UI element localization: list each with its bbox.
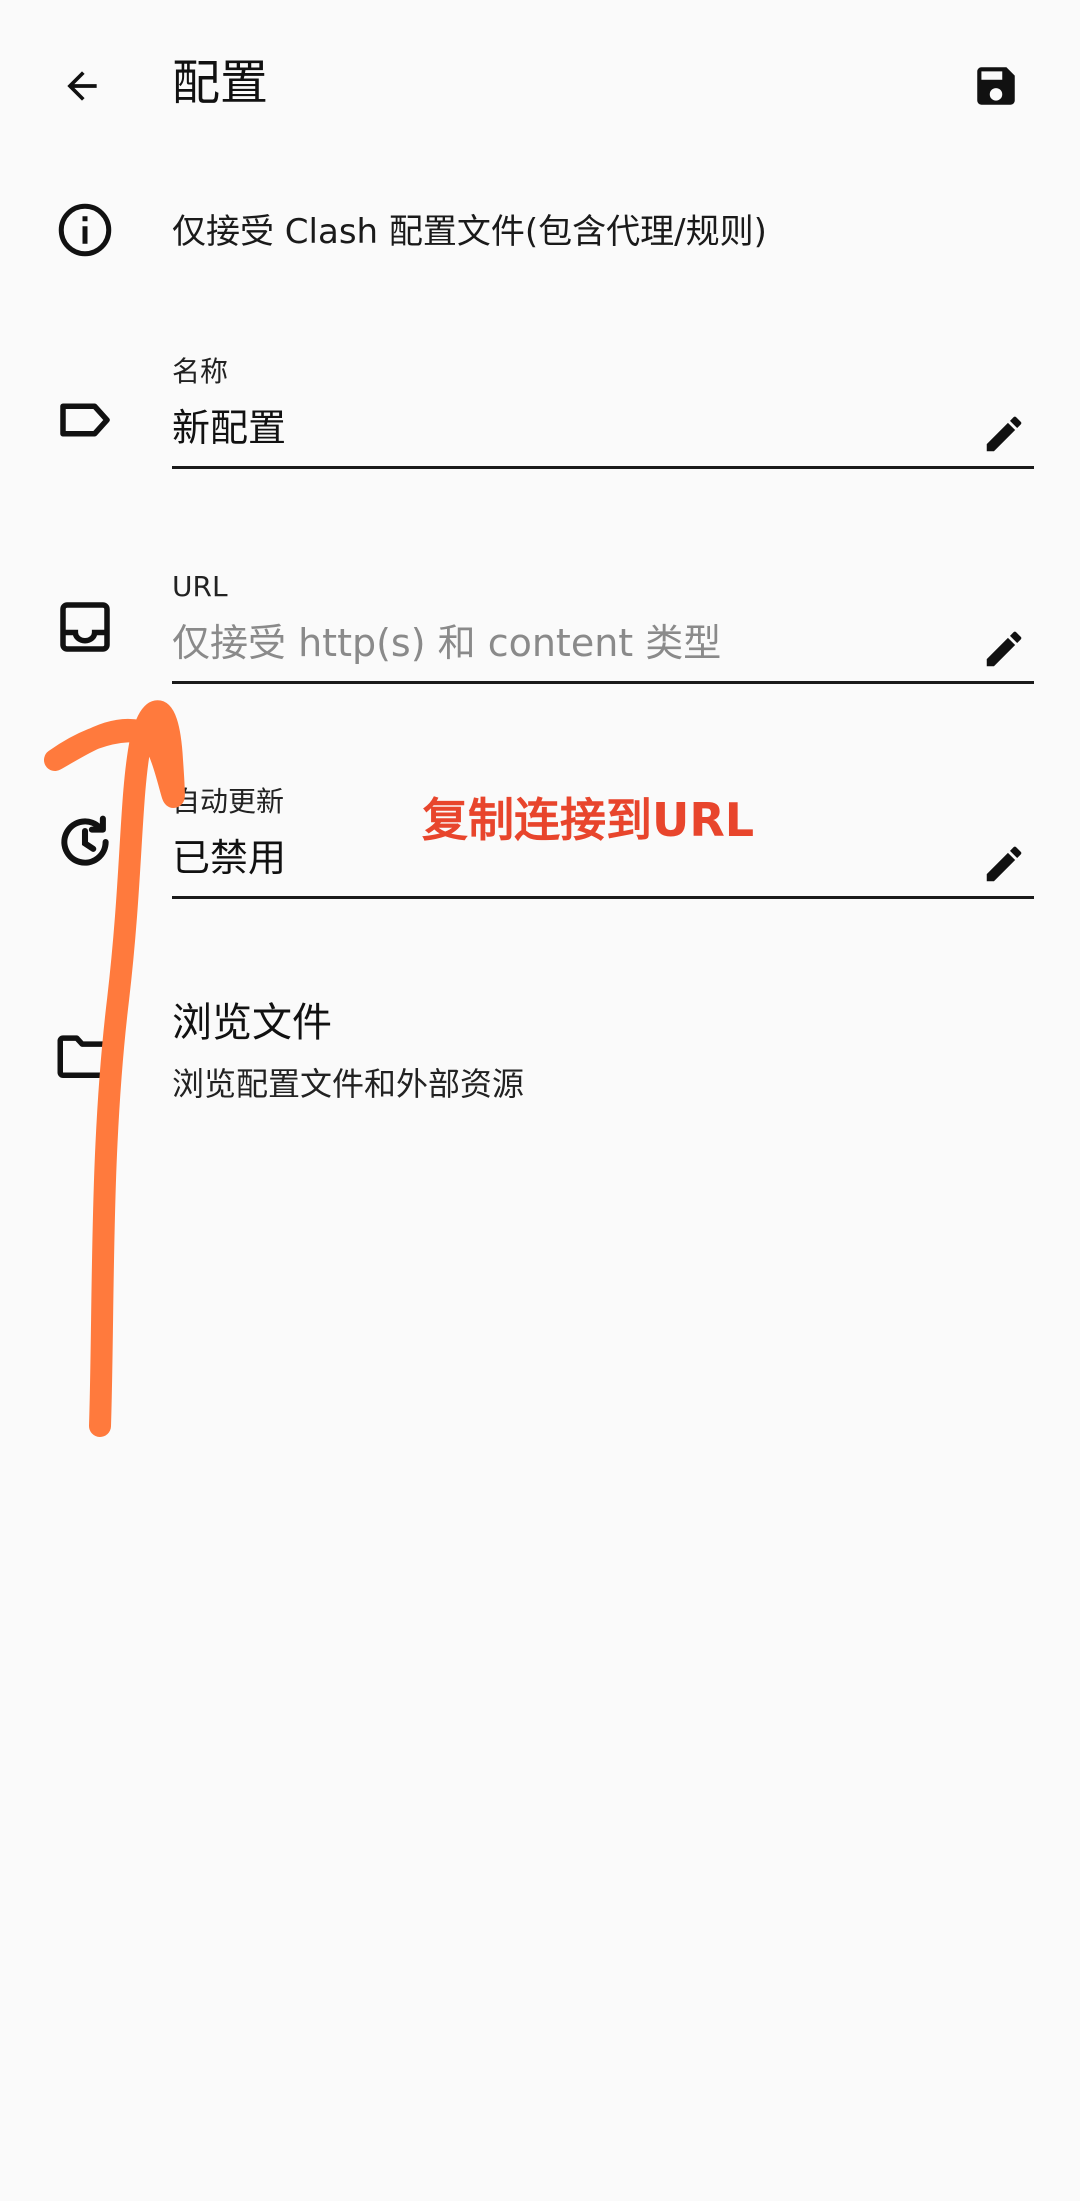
- browse-files-title: 浏览文件: [172, 1000, 332, 1046]
- save-button[interactable]: [954, 44, 1038, 128]
- pencil-icon: [986, 416, 1022, 452]
- url-row[interactable]: URL 仅接受 http(s) 和 content 类型: [0, 567, 1080, 687]
- inbox-icon: [52, 594, 118, 660]
- name-edit-button[interactable]: [974, 404, 1034, 464]
- history-icon: [52, 809, 118, 875]
- top-app-bar: 配置: [0, 0, 1080, 165]
- back-button[interactable]: [40, 44, 124, 128]
- browse-files-subtitle: 浏览配置文件和外部资源: [172, 1065, 525, 1103]
- url-underline: [172, 681, 1034, 684]
- url-edit-button[interactable]: [974, 619, 1034, 679]
- pencil-icon: [986, 631, 1022, 667]
- auto-update-edit-button[interactable]: [974, 834, 1034, 894]
- page-title: 配置: [172, 55, 269, 111]
- pencil-icon: [986, 846, 1022, 882]
- name-field[interactable]: 名称 新配置: [172, 352, 1034, 472]
- url-label: URL: [172, 570, 228, 603]
- label-icon: [52, 387, 118, 453]
- app-root: 配置 仅接受 Clash 配置文件(包含代理/规则) 名称 新配置 URL 仅接…: [0, 0, 1080, 2201]
- arrow-left-icon: [67, 71, 97, 101]
- folder-icon: [52, 1023, 118, 1089]
- info-icon: [52, 197, 118, 263]
- info-row: 仅接受 Clash 配置文件(包含代理/规则): [0, 190, 1080, 270]
- info-text: 仅接受 Clash 配置文件(包含代理/规则): [172, 212, 767, 252]
- name-row[interactable]: 名称 新配置: [0, 352, 1080, 472]
- auto-update-underline: [172, 896, 1034, 899]
- browse-files-row[interactable]: 浏览文件 浏览配置文件和外部资源: [0, 995, 1080, 1125]
- name-label: 名称: [172, 355, 229, 388]
- annotation-text: 复制连接到URL: [422, 793, 755, 847]
- url-input[interactable]: 仅接受 http(s) 和 content 类型: [172, 615, 1034, 671]
- name-underline: [172, 466, 1034, 469]
- url-field[interactable]: URL 仅接受 http(s) 和 content 类型: [172, 567, 1034, 687]
- save-icon: [977, 67, 1015, 105]
- name-value[interactable]: 新配置: [172, 400, 1034, 456]
